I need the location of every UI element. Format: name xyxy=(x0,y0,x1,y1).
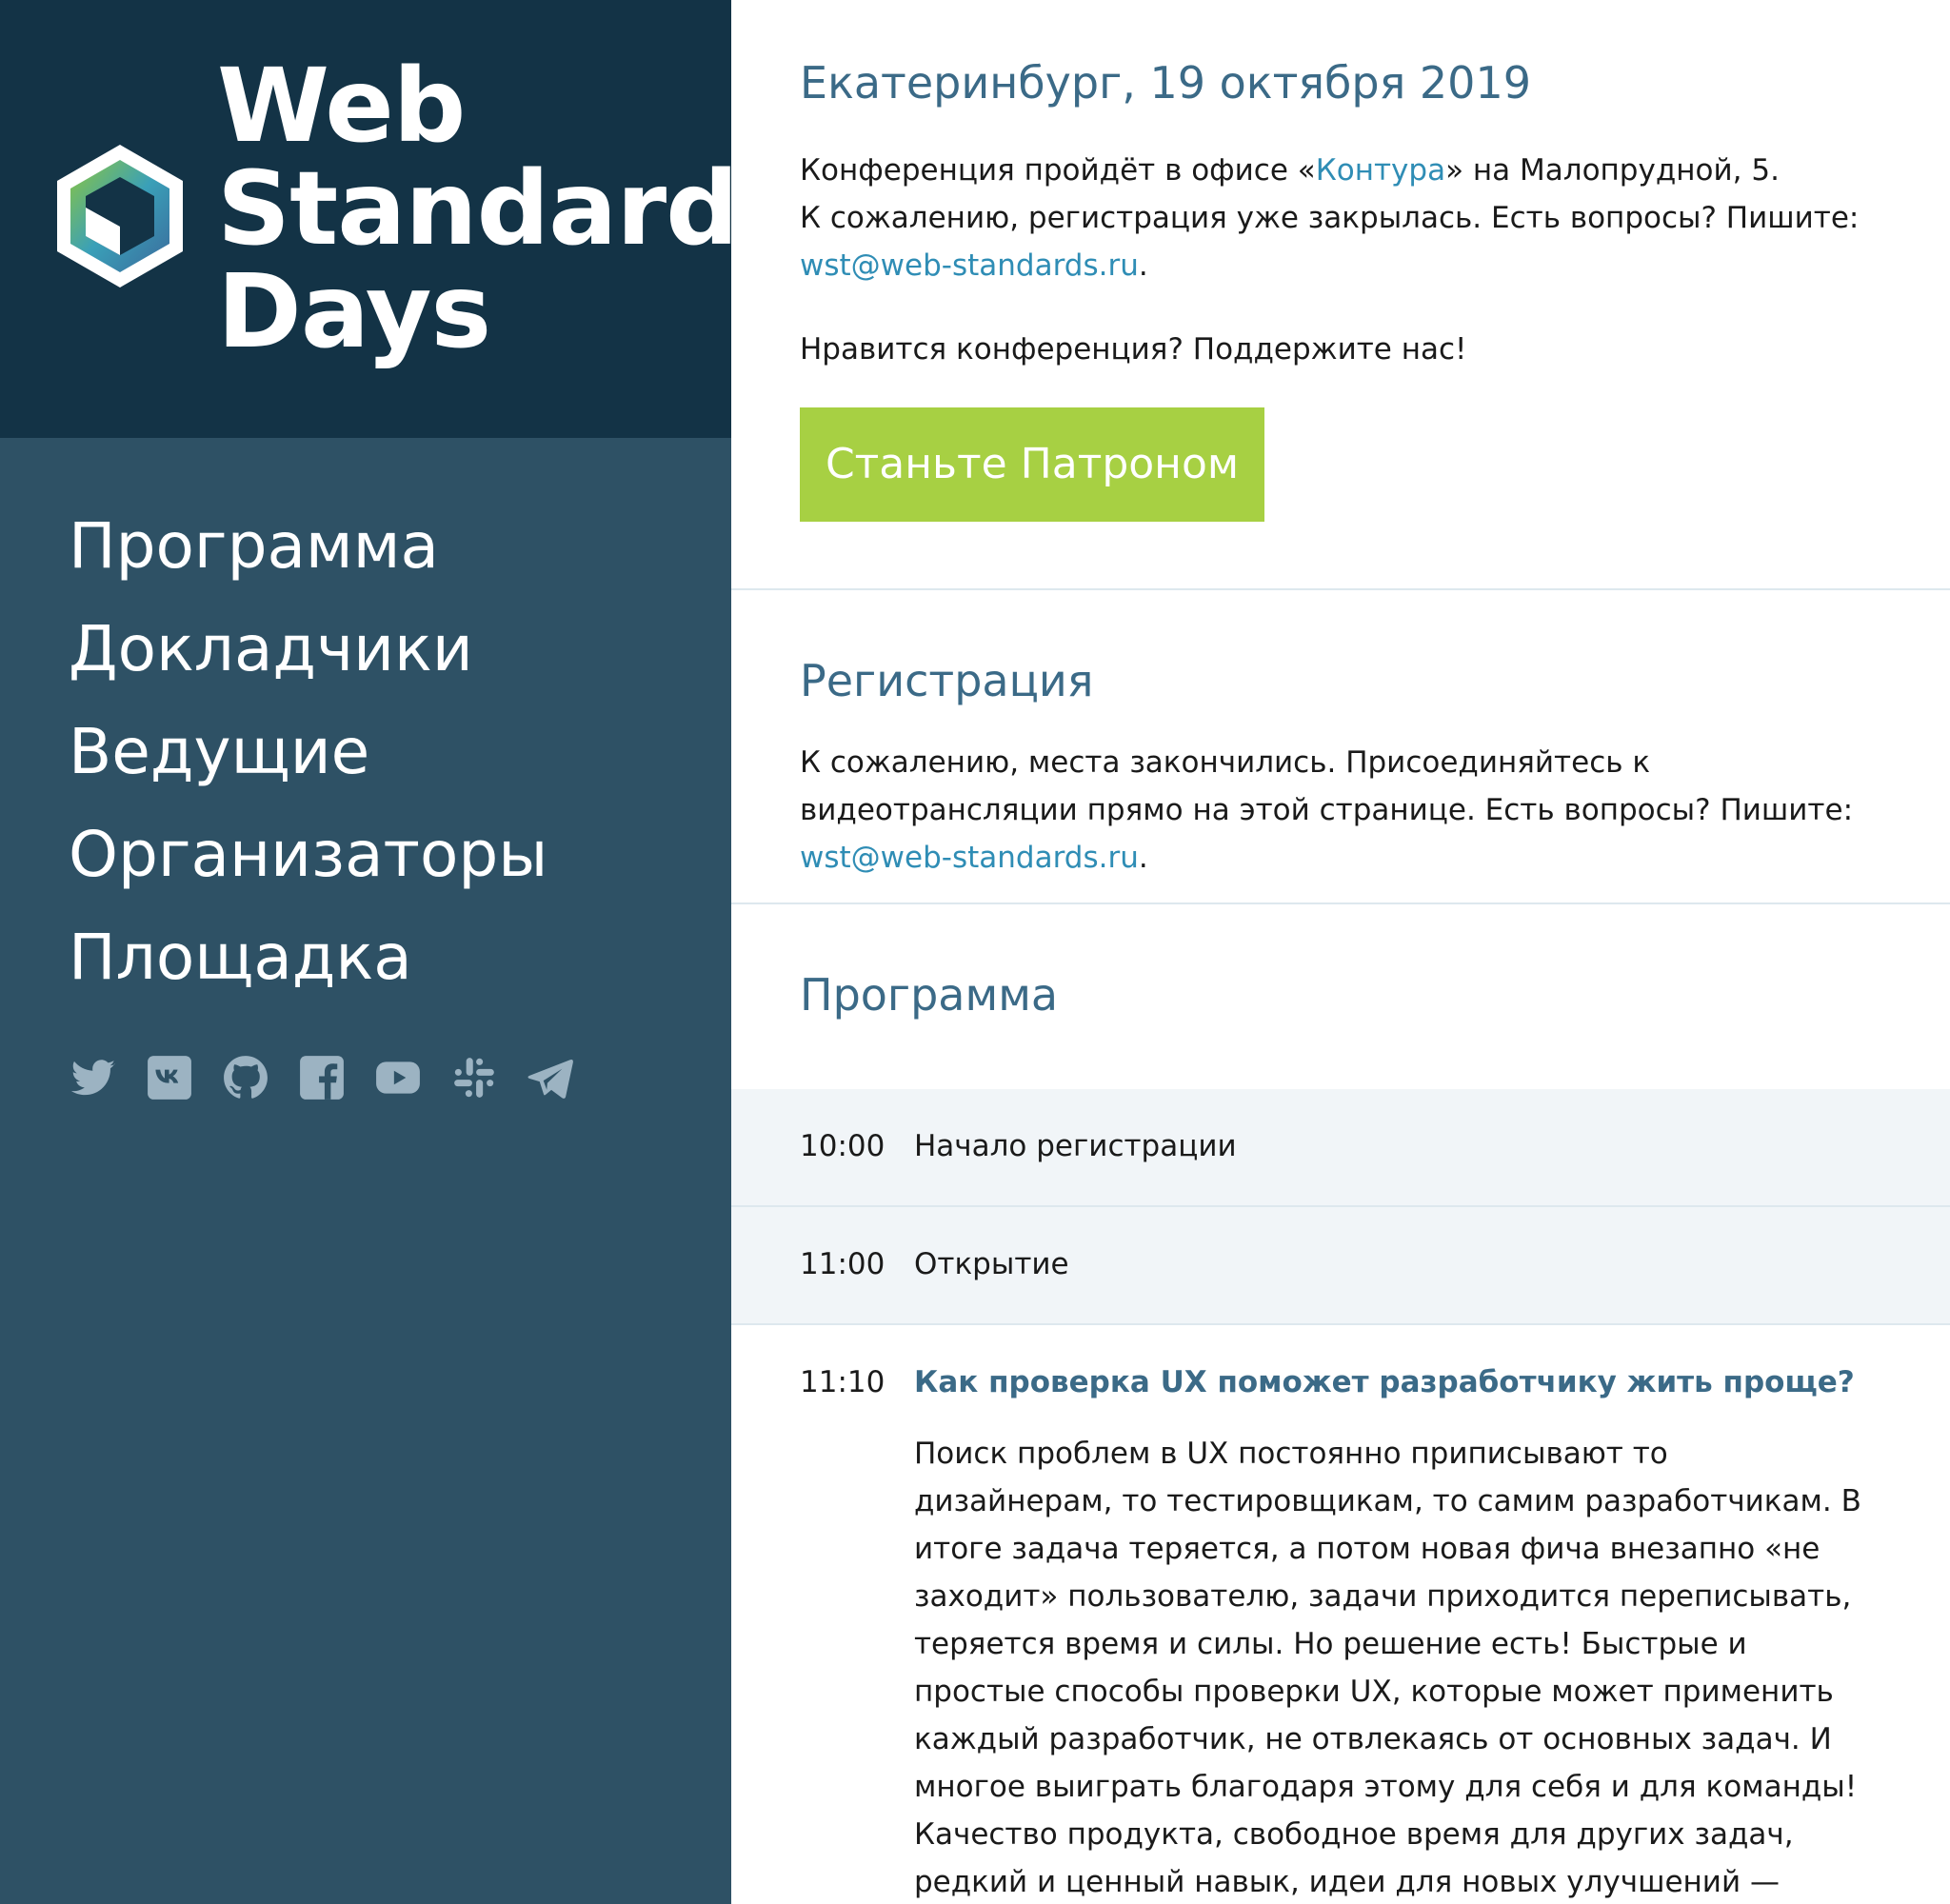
logo-line-2: Standards xyxy=(217,150,798,268)
intro-line-2: К сожалению, регистрация уже закрылась. … xyxy=(800,201,1860,235)
schedule-time: 10:00 xyxy=(800,1129,885,1163)
logo-line-1: Web xyxy=(217,48,466,166)
intro-line-3: wst@web-standards.ru. xyxy=(800,242,1866,289)
slack-icon[interactable] xyxy=(448,1051,501,1104)
nav-item-program[interactable]: Программа xyxy=(69,495,547,598)
registration-heading: Регистрация xyxy=(800,655,1094,706)
event-intro: Конференция пройдёт в офисе «Контура» на… xyxy=(800,147,1866,289)
main-content: Екатеринбург, 19 октября 2019 Конференци… xyxy=(731,0,1950,1904)
registration-body: К сожалению, места закончились. Присоеди… xyxy=(800,745,1854,827)
divider xyxy=(731,588,1950,590)
schedule-title: Открытие xyxy=(914,1247,1069,1281)
vk-icon[interactable] xyxy=(143,1051,196,1104)
sidebar: Web Standards Days Программа Докладчики … xyxy=(0,0,798,1904)
youtube-icon[interactable] xyxy=(371,1051,425,1104)
nav-item-speakers[interactable]: Докладчики xyxy=(69,598,547,701)
become-patron-button[interactable]: Станьте Патроном xyxy=(800,407,1264,522)
schedule-time: 11:10 xyxy=(800,1365,885,1399)
logo-line-3: Days xyxy=(217,253,491,371)
facebook-icon[interactable] xyxy=(295,1051,348,1104)
support-text: Нравится конференция? Поддержите нас! xyxy=(800,332,1467,367)
schedule-row: 10:00 Начало регистрации xyxy=(731,1089,1950,1207)
divider xyxy=(731,902,1950,904)
social-links xyxy=(67,1051,600,1104)
twitter-icon[interactable] xyxy=(67,1051,120,1104)
nav-item-venue[interactable]: Площадка xyxy=(69,906,547,1009)
program-heading: Программа xyxy=(800,969,1059,1021)
logo-text: Web Standards Days xyxy=(217,48,798,371)
talk-description: Поиск проблем в UX постоянно приписывают… xyxy=(914,1437,1861,1899)
talk-title-link[interactable]: Как проверка UX поможет разработчику жит… xyxy=(914,1365,1855,1399)
kontur-link[interactable]: Контура xyxy=(1316,153,1445,188)
intro-post: » на Малопрудной, 5. xyxy=(1445,153,1780,188)
telegram-icon[interactable] xyxy=(524,1051,577,1104)
intro-pre: Конференция пройдёт в офисе « xyxy=(800,153,1316,188)
schedule-title: Начало регистрации xyxy=(914,1129,1237,1163)
github-icon[interactable] xyxy=(219,1051,272,1104)
period: . xyxy=(1138,248,1148,283)
main-nav: Программа Докладчики Ведущие Организатор… xyxy=(69,495,547,1009)
email-link[interactable]: wst@web-standards.ru xyxy=(800,248,1139,283)
nav-item-hosts[interactable]: Ведущие xyxy=(69,701,547,803)
intro-line-1: Конференция пройдёт в офисе «Контура» на… xyxy=(800,147,1866,194)
schedule-time: 11:00 xyxy=(800,1247,885,1281)
logo-cube-icon xyxy=(57,145,183,288)
registration-email-link[interactable]: wst@web-standards.ru xyxy=(800,841,1139,875)
event-heading: Екатеринбург, 19 октября 2019 xyxy=(800,57,1531,109)
registration-text: К сожалению, места закончились. Присоеди… xyxy=(800,739,1895,882)
logo[interactable]: Web Standards Days xyxy=(0,0,798,438)
period: . xyxy=(1138,841,1148,875)
schedule-row: 11:00 Открытие xyxy=(731,1207,1950,1325)
nav-item-organizers[interactable]: Организаторы xyxy=(69,803,547,906)
